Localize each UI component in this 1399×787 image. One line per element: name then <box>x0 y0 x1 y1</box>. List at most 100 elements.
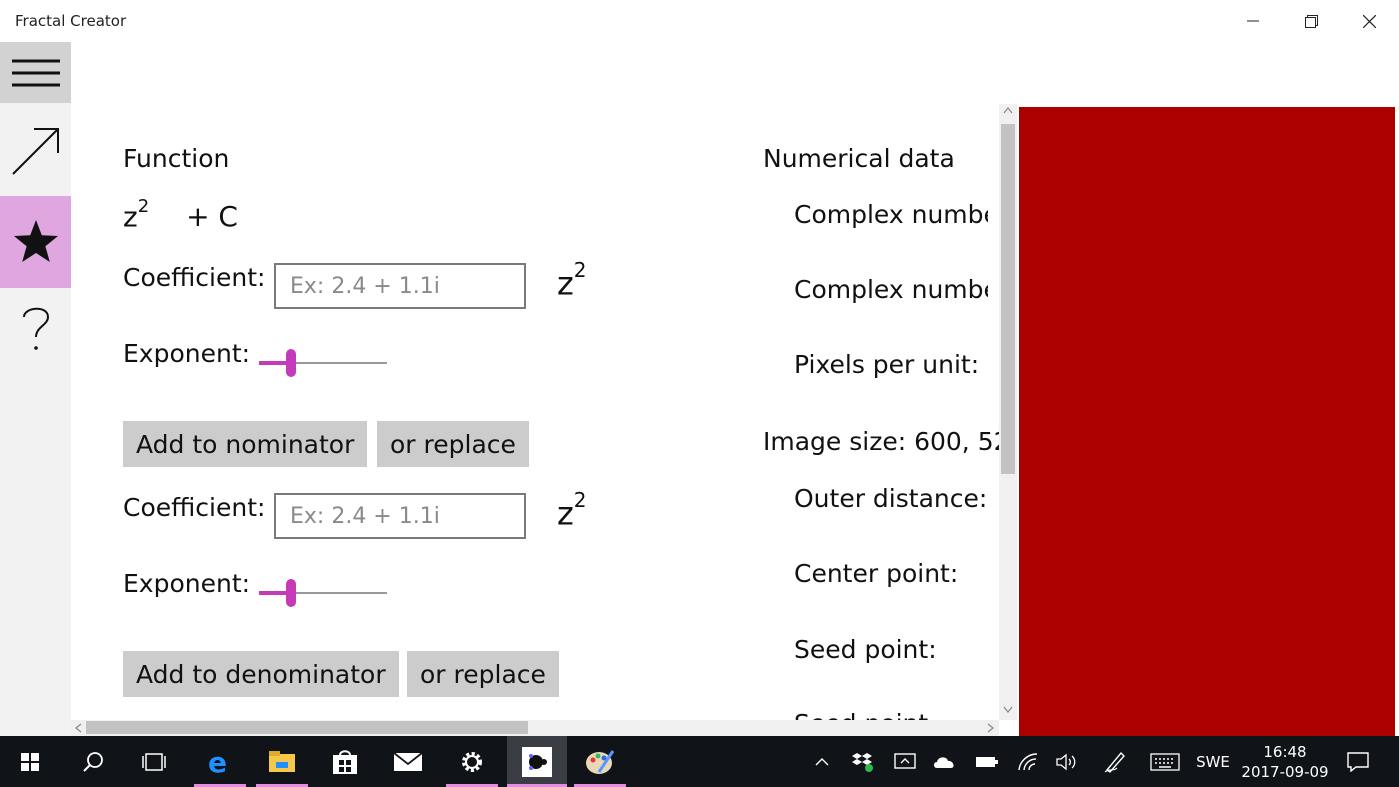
svg-text:e: e <box>208 748 227 776</box>
search-button[interactable] <box>63 736 123 787</box>
seed-point-label-partial: Seed point <box>794 709 928 720</box>
slider-thumb[interactable] <box>286 579 296 607</box>
seed-point-label: Seed point: <box>794 635 937 664</box>
taskbar-app-paint[interactable] <box>574 736 626 787</box>
denominator-exponent-slider[interactable] <box>259 578 389 608</box>
close-button[interactable] <box>1340 0 1398 42</box>
exponent-label: Exponent: <box>123 339 251 368</box>
taskbar-app-store[interactable] <box>319 736 371 787</box>
horizontal-scrollbar[interactable] <box>71 720 999 736</box>
wifi-icon <box>1018 752 1038 770</box>
complex-number-label: Complex number <box>794 200 988 229</box>
restore-icon <box>1304 14 1318 28</box>
minimize-button[interactable] <box>1224 0 1282 42</box>
volume-icon <box>1056 753 1076 770</box>
center-point-label: Center point: <box>794 559 959 588</box>
taskbar-app-mail[interactable] <box>382 736 434 787</box>
tray-onedrive[interactable] <box>930 736 960 787</box>
nav-item-help[interactable] <box>0 288 71 368</box>
task-view-icon <box>142 752 166 771</box>
tray-touch-keyboard[interactable] <box>1148 736 1182 787</box>
fractal-preview[interactable] <box>1019 107 1395 736</box>
power-exponent: 2 <box>573 488 587 512</box>
tray-display[interactable] <box>890 736 920 787</box>
outer-distance-label: Outer distance: <box>794 484 988 513</box>
nav-item-arrow[interactable] <box>0 105 71 197</box>
power-exponent: 2 <box>573 258 587 282</box>
edge-icon: e <box>208 748 227 776</box>
coefficient-label: Coefficient: <box>123 263 266 292</box>
battery-icon <box>976 756 998 767</box>
restore-button[interactable] <box>1282 0 1340 42</box>
taskbar-app-file-explorer[interactable] <box>256 736 308 787</box>
arrow-up-right-icon <box>11 128 59 175</box>
tray-volume[interactable] <box>1052 736 1082 787</box>
hamburger-menu-button[interactable] <box>0 42 71 103</box>
notification-icon <box>1347 751 1369 772</box>
nav-item-favorites[interactable] <box>0 196 71 288</box>
taskbar-app-fractal-creator[interactable] <box>507 736 567 787</box>
scroll-right-icon[interactable] <box>987 723 995 733</box>
scroll-left-icon[interactable] <box>74 723 82 733</box>
taskbar-app-edge[interactable]: e <box>194 736 246 787</box>
store-icon <box>333 749 357 774</box>
settings-icon <box>462 751 482 772</box>
replace-denominator-button[interactable]: or replace <box>407 651 559 697</box>
mail-icon <box>393 751 423 771</box>
language-label: SWE <box>1196 752 1230 771</box>
tray-pen[interactable] <box>1100 736 1130 787</box>
replace-nominator-button[interactable]: or replace <box>377 421 529 467</box>
tray-dropbox[interactable] <box>848 736 878 787</box>
windows-icon <box>21 752 39 771</box>
clock[interactable]: 16:48 2017-09-09 <box>1240 736 1330 787</box>
input-language[interactable]: SWE <box>1192 736 1234 787</box>
numerical-data-heading: Numerical data <box>763 144 955 173</box>
vertical-scrollbar[interactable] <box>999 104 1017 720</box>
hamburger-icon <box>11 59 60 86</box>
minimize-icon <box>1247 20 1259 22</box>
start-button[interactable] <box>0 736 60 787</box>
chevron-up-icon <box>815 757 829 765</box>
exponent-label: Exponent: <box>123 569 251 598</box>
clock-time: 16:48 <box>1263 742 1307 761</box>
show-hidden-icons-button[interactable] <box>810 736 834 787</box>
add-to-nominator-button[interactable]: Add to nominator <box>123 421 368 467</box>
denominator-coefficient-input[interactable] <box>274 493 526 539</box>
scroll-up-icon[interactable] <box>1003 106 1013 114</box>
pen-icon <box>1104 751 1125 773</box>
keyboard-icon <box>1150 752 1180 771</box>
nav-pane <box>0 42 71 736</box>
power-base: z <box>557 494 574 533</box>
tray-battery[interactable] <box>972 736 1002 787</box>
task-view-button[interactable] <box>124 736 184 787</box>
function-heading: Function <box>123 144 230 173</box>
complex-number-label: Complex number <box>794 275 988 304</box>
scroll-down-icon[interactable] <box>1003 706 1013 714</box>
add-to-denominator-button[interactable]: Add to denominator <box>123 651 399 697</box>
nominator-exponent-slider[interactable] <box>259 348 389 378</box>
tray-wifi[interactable] <box>1013 736 1043 787</box>
cut-off-label-clip: Seed point <box>794 709 994 720</box>
formula-constant: + C <box>186 200 238 234</box>
dropbox-icon <box>852 752 873 772</box>
taskbar: e SWE 16:48 2017-09-09 <box>0 736 1399 787</box>
image-size-label: Image size: 600, 520 <box>763 427 999 456</box>
paint-icon <box>586 749 615 774</box>
formula-exponent: 2 <box>137 196 150 217</box>
complex-number-1-clip: Complex number <box>794 200 988 234</box>
close-icon <box>1362 14 1376 28</box>
title-bar: Fractal Creator <box>0 0 1399 42</box>
horizontal-scroll-thumb[interactable] <box>86 721 528 734</box>
clock-date: 2017-09-09 <box>1241 762 1329 781</box>
window-title: Fractal Creator <box>15 12 127 30</box>
pixels-per-unit-label: Pixels per unit: <box>794 350 980 379</box>
nominator-coefficient-input[interactable] <box>274 263 526 309</box>
vertical-scroll-thumb[interactable] <box>1001 124 1015 474</box>
search-icon <box>83 751 103 772</box>
taskbar-app-settings[interactable] <box>446 736 498 787</box>
action-center-button[interactable] <box>1340 736 1376 787</box>
main-content: Function z2 + C Coefficient: z2 Exponent… <box>71 42 999 736</box>
slider-thumb[interactable] <box>286 349 296 377</box>
file-explorer-icon <box>269 750 295 772</box>
denominator-power: z2 <box>557 488 587 533</box>
